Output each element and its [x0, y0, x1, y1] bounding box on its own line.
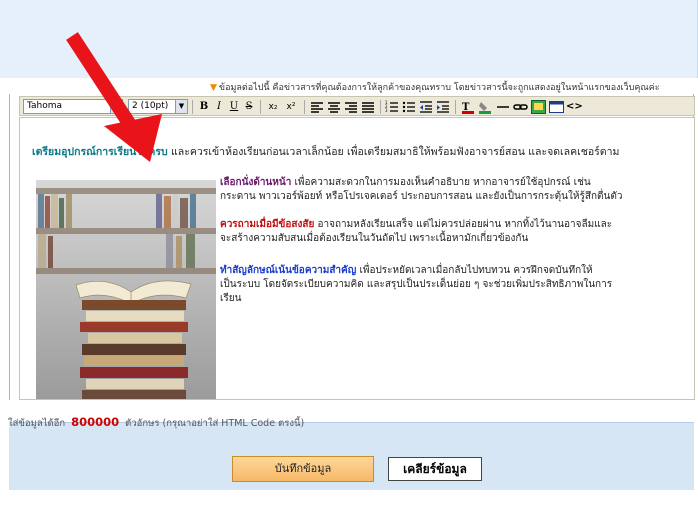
superscript-button[interactable]: x² [283, 100, 299, 114]
background-color-icon[interactable] [478, 100, 493, 114]
unordered-list-icon[interactable] [402, 100, 416, 114]
char-counter-prefix: ใส่ข้อมูลได้อีก [8, 418, 66, 429]
tip-2-title: ควรถามเมื่อมีข้อสงสัย [220, 219, 315, 230]
font-name-value: Tahoma [27, 101, 63, 111]
tip-1-title: เลือกนั่งด้านหน้า [220, 177, 292, 188]
tip-3-line-3: เรียน [220, 293, 242, 304]
triangle-down-icon: ▼ [210, 83, 217, 93]
align-justify-icon[interactable] [361, 100, 375, 114]
bold-button[interactable]: B [198, 100, 210, 114]
char-counter-value: 800000 [71, 415, 120, 429]
toolbar-divider [192, 100, 193, 114]
tip-3-line-2: เป็นระบบ โดยจัดระเบียบความคิด และสรุปเป็… [220, 279, 613, 290]
align-right-icon[interactable] [344, 100, 358, 114]
tip-1-line-2: กระดาน พาวเวอร์พ้อยท์ หรือโปรเจคเตอร์ ปร… [220, 191, 623, 202]
books-library-image [36, 180, 216, 399]
tip-2-line-1: อาจถามหลังเรียนเสร็จ แต่ไม่ควรปล่อยผ่าน … [314, 219, 613, 230]
clear-button[interactable]: เคลียร์ข้อมูล [388, 457, 482, 481]
ordered-list-icon[interactable]: 123 [385, 100, 399, 114]
strikethrough-button[interactable]: S [243, 100, 255, 114]
insert-image-icon[interactable] [531, 100, 546, 114]
red-arrow-icon [66, 32, 162, 162]
underline-button[interactable]: U [228, 100, 240, 114]
intro-text: และควรเข้าห้องเรียนก่อนเวลาเล็กน้อย เพื่… [167, 146, 620, 158]
save-button[interactable]: บันทึกข้อมูล [232, 456, 374, 482]
toolbar-divider [455, 100, 456, 114]
insert-table-icon[interactable] [549, 100, 564, 114]
chevron-down-icon: ▼ [175, 100, 187, 113]
tip-2-paragraph: ควรถามเมื่อมีข้อสงสัย อาจถามหลังเรียนเสร… [220, 218, 680, 246]
tip-3-paragraph: ทำสัญลักษณ์เน้นข้อความสำคัญ เพื่อประหยัด… [220, 264, 680, 306]
frame-border-left [9, 94, 10, 400]
toolbar-divider [380, 100, 381, 114]
tip-1-line-1: เพื่อความสะดวกในการมองเห็นคำอธิบาย หากอา… [291, 177, 591, 188]
char-counter: ใส่ข้อมูลได้อีก 800000 ตัวอักษร (กรุณาอย่า… [8, 415, 304, 431]
tip-1-paragraph: เลือกนั่งด้านหน้า เพื่อความสะดวกในการมอง… [220, 176, 680, 204]
html-source-icon[interactable]: <> [566, 100, 583, 114]
tip-3-title: ทำสัญลักษณ์เน้นข้อความสำคัญ [220, 265, 357, 276]
toolbar-divider [260, 100, 261, 114]
char-counter-suffix: ตัวอักษร (กรุณาอย่าใส่ HTML Code ตรงนี้) [125, 418, 305, 429]
info-notice-text: ข้อมูลต่อไปนี้ คือข่าวสารที่คุณต้องการให… [218, 83, 660, 93]
tip-3-line-1: เพื่อประหยัดเวลาเมื่อกลับไปทบทวน ควรฝึกจ… [356, 265, 593, 276]
horizontal-rule-icon[interactable] [496, 100, 510, 114]
indent-icon[interactable] [436, 100, 450, 114]
text-color-icon[interactable]: T [461, 100, 476, 114]
info-notice: ▼ ข้อมูลต่อไปนี้ คือข่าวสารที่คุณต้องการใ… [210, 80, 698, 94]
outdent-icon[interactable] [419, 100, 433, 114]
align-left-icon[interactable] [310, 100, 324, 114]
align-center-icon[interactable] [327, 100, 341, 114]
tip-2-line-2: จะสร้างความสับสนเมื่อต้องเรียนในวันถัดไป… [220, 233, 529, 244]
toolbar-divider [304, 100, 305, 114]
link-icon[interactable] [513, 100, 528, 114]
subscript-button[interactable]: x₂ [265, 100, 281, 114]
italic-button[interactable]: I [213, 100, 225, 114]
svg-text:3: 3 [385, 108, 388, 113]
